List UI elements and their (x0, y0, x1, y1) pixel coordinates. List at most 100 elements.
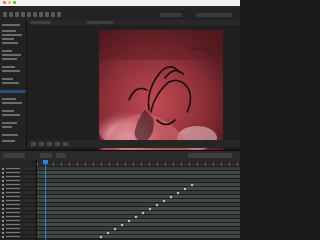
project-item[interactable] (2, 102, 22, 104)
visibility-eye-icon[interactable] (2, 167, 4, 170)
ruler-tick (53, 163, 54, 166)
layer-name (6, 184, 20, 185)
visibility-eye-icon[interactable] (2, 195, 4, 198)
playhead-handle[interactable] (43, 160, 49, 164)
ruler-tick (221, 163, 222, 166)
visibility-eye-icon[interactable] (2, 215, 4, 218)
text-tool-icon[interactable] (51, 12, 55, 17)
project-item[interactable] (2, 110, 14, 112)
project-item[interactable] (2, 126, 12, 128)
visibility-eye-icon[interactable] (2, 175, 4, 178)
layer-name (6, 176, 20, 177)
ruler-tick (213, 163, 214, 166)
hand-tool-icon[interactable] (15, 12, 19, 17)
layer-name (6, 228, 20, 229)
project-item[interactable] (2, 30, 16, 32)
visibility-eye-icon[interactable] (2, 207, 4, 210)
pen-tool-icon[interactable] (45, 12, 49, 17)
camera-tool-icon[interactable] (27, 12, 31, 17)
visibility-eye-icon[interactable] (2, 187, 4, 190)
visibility-eye-icon[interactable] (2, 223, 4, 226)
viewer-controls (27, 140, 240, 148)
ruler-tick (37, 163, 38, 166)
project-item[interactable] (2, 50, 12, 52)
search-help-field[interactable] (196, 13, 232, 17)
ruler-tick (61, 163, 62, 166)
zoom-icon[interactable] (13, 1, 16, 4)
minimize-icon[interactable] (8, 1, 11, 4)
composition-canvas[interactable] (99, 30, 223, 153)
project-item[interactable] (2, 114, 20, 116)
viewer-tabs (27, 20, 240, 25)
tab-composition[interactable] (31, 21, 51, 24)
ruler-tick (165, 163, 166, 166)
project-item[interactable] (2, 82, 19, 84)
visibility-eye-icon[interactable] (2, 191, 4, 194)
selected-project-item[interactable] (0, 90, 26, 93)
rect-mask-icon[interactable] (39, 12, 43, 17)
panel-tab-label[interactable] (2, 24, 20, 26)
visibility-eye-icon[interactable] (2, 179, 4, 182)
ruler-tick (93, 163, 94, 166)
visibility-eye-icon[interactable] (2, 227, 4, 230)
project-item[interactable] (2, 70, 20, 72)
visibility-eye-icon[interactable] (2, 231, 4, 234)
select-tool-icon[interactable] (9, 12, 13, 17)
visibility-eye-icon[interactable] (2, 211, 4, 214)
layer-name (6, 236, 20, 237)
composition-viewer (27, 20, 240, 153)
layer-track[interactable] (37, 235, 240, 239)
ruler-tick (189, 163, 190, 166)
visibility-eye-icon[interactable] (2, 219, 4, 222)
ruler-tick (85, 163, 86, 166)
home-icon[interactable] (3, 12, 7, 17)
zoom-tool-icon[interactable] (21, 12, 25, 17)
mask-toggle-icon[interactable] (55, 142, 60, 146)
search-layers-field[interactable] (56, 153, 66, 158)
ruler-tick (117, 163, 118, 166)
playhead[interactable] (45, 160, 47, 240)
tab-layer[interactable] (87, 21, 113, 24)
visibility-eye-icon[interactable] (2, 183, 4, 186)
visibility-eye-icon[interactable] (2, 203, 4, 206)
project-item[interactable] (2, 122, 17, 124)
time-ruler[interactable] (37, 160, 240, 166)
ruler-tick (149, 163, 150, 166)
ruler-tick (125, 163, 126, 166)
camera-icon[interactable] (63, 142, 68, 146)
project-item[interactable] (2, 42, 18, 44)
grid-icon[interactable] (47, 142, 52, 146)
magnify-icon[interactable] (31, 142, 36, 146)
visibility-eye-icon[interactable] (2, 199, 4, 202)
layer-name (6, 220, 20, 221)
timeline-switches[interactable] (188, 153, 232, 158)
layer-name (6, 200, 20, 201)
visibility-eye-icon[interactable] (2, 171, 4, 174)
resolution-icon[interactable] (39, 142, 44, 146)
ruler-tick (141, 163, 142, 166)
project-panel (0, 20, 27, 150)
layer-name (6, 212, 20, 213)
layer-row[interactable] (0, 235, 36, 239)
ruler-tick (109, 163, 110, 166)
brush-tool-icon[interactable] (57, 12, 61, 17)
project-item[interactable] (2, 54, 21, 56)
project-item[interactable] (2, 140, 15, 142)
visibility-eye-icon[interactable] (2, 235, 4, 238)
timecode-field[interactable] (40, 153, 52, 158)
project-item[interactable] (2, 38, 14, 40)
project-item[interactable] (2, 66, 15, 68)
tab-timeline-comp[interactable] (3, 153, 25, 158)
pan-behind-icon[interactable] (33, 12, 37, 17)
layer-name (6, 232, 20, 233)
project-item[interactable] (2, 98, 16, 100)
project-item[interactable] (2, 78, 13, 80)
ruler-tick (157, 163, 158, 166)
workspace-selector[interactable] (160, 13, 182, 17)
project-item[interactable] (2, 134, 18, 136)
close-icon[interactable] (3, 1, 6, 4)
project-item[interactable] (2, 34, 22, 36)
project-item[interactable] (2, 58, 17, 60)
ruler-tick (173, 163, 174, 166)
layer-name (6, 172, 20, 173)
